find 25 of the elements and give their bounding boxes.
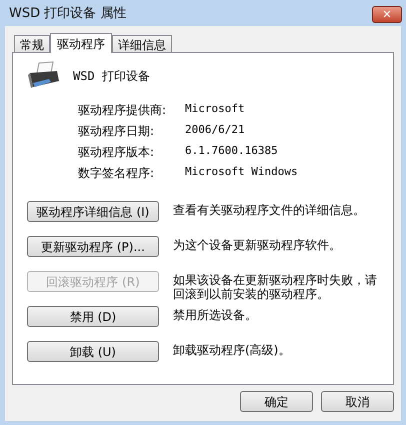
printer-icon [27,61,61,91]
property-label: 驱动程序版本: [78,144,156,160]
dialog-button[interactable]: 取消 [321,391,394,412]
property-label: 驱动程序日期: [78,122,156,140]
tab[interactable]: 详细信息 [112,35,172,52]
property-value: Microsoft [185,101,245,118]
action-description: 禁用所选设备。 [173,307,258,322]
action-button[interactable]: 驱动程序详细信息 (I) [27,201,159,222]
property-label: 数字签名程序: [78,164,156,182]
action-description: 为这个设备更新驱动程序软件。 [173,237,342,252]
action-description: 卸载驱动程序(高级)。 [173,342,292,357]
action-description: 如果该设备在更新驱动程序时失败，请回滚到以前安装的驱动程序。 [173,272,378,301]
property-value: 2006/6/21 [185,122,245,138]
property-value: Microsoft Windows [185,164,298,180]
tab[interactable]: 驱动程序 [50,33,112,53]
tab[interactable]: 常规 [14,35,50,52]
action-button[interactable]: 禁用 (D) [27,306,159,327]
property-value: 6.1.7600.16385 [185,143,278,160]
dialog-button[interactable]: 确定 [240,391,313,412]
action-button[interactable]: 更新驱动程序 (P)... [27,236,159,257]
property-label: 驱动程序提供商: [78,102,168,118]
action-description: 查看有关驱动程序文件的详细信息。 [173,202,366,217]
window-title: WSD 打印设备 属性 [9,5,126,24]
action-button[interactable]: 卸载 (U) [27,341,159,362]
device-name: WSD 打印设备 [73,68,150,85]
